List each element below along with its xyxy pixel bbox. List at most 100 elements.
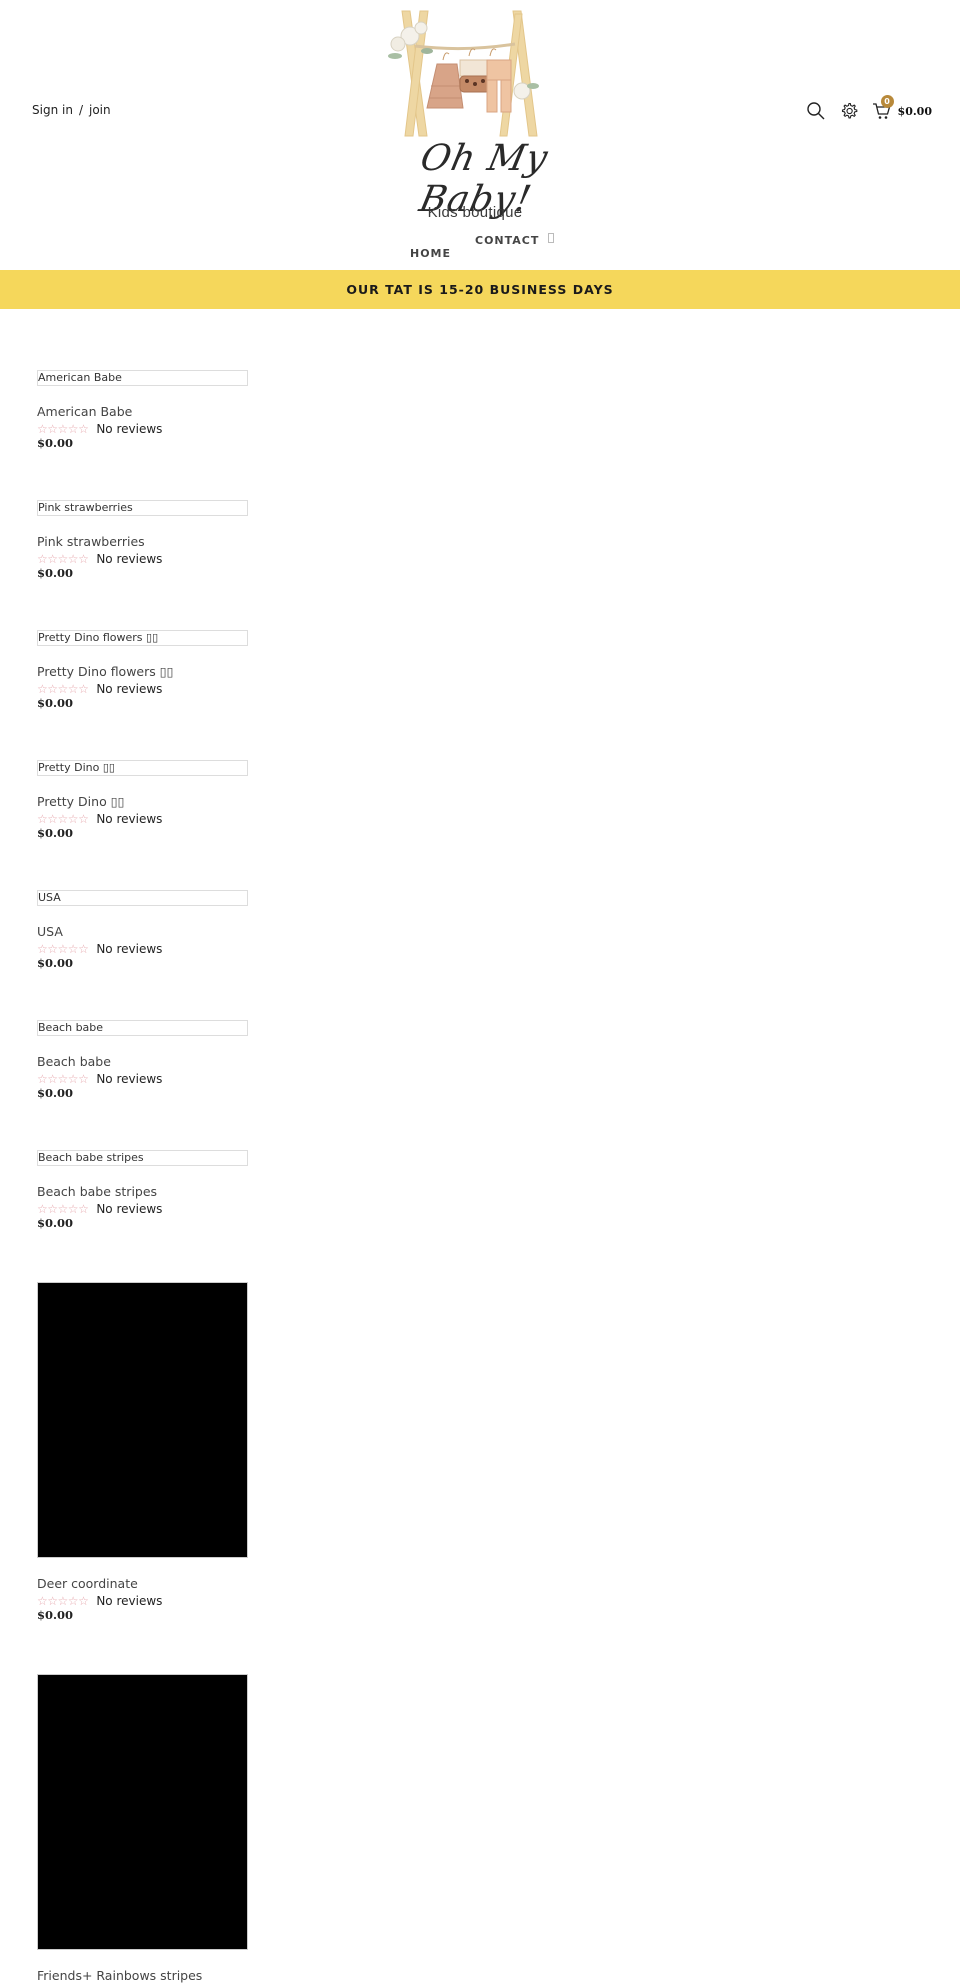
separator: / xyxy=(78,103,83,117)
product-card: Pink strawberries Pink strawberries ☆ ☆ ☆ ☆ ☆ N… xyxy=(37,500,249,580)
search-icon[interactable] xyxy=(806,101,826,121)
star-empty-icon: ☆ xyxy=(57,812,69,826)
product-price: $0.00 xyxy=(37,826,74,840)
product-name[interactable]: Beach babe stripes xyxy=(37,1184,249,1200)
star-empty-icon: ☆ xyxy=(67,1594,79,1608)
cart-button[interactable]: 0 $0.00 xyxy=(872,95,932,121)
cart-total: $0.00 xyxy=(897,104,932,118)
product-image[interactable]: USA xyxy=(37,890,248,906)
star-empty-icon: ☆ xyxy=(78,682,89,696)
announcement-text: OUR TAT IS 15-20 BUSINESS DAYS xyxy=(346,282,614,297)
star-empty-icon: ☆ xyxy=(47,1072,58,1086)
announcement-bar: OUR TAT IS 15-20 BUSINESS DAYS xyxy=(0,270,960,309)
gear-icon[interactable] xyxy=(839,101,859,121)
product-image[interactable]: Pretty Dino flowers ▯▯ xyxy=(37,630,248,646)
product-name[interactable]: USA xyxy=(37,924,249,940)
star-rating: ☆ ☆ ☆ ☆ ☆ xyxy=(37,1072,89,1086)
product-card: Beach babe stripes Beach babe stripes ☆ ☆ ☆ ☆… xyxy=(37,1150,249,1230)
product-price: $0.00 xyxy=(37,1086,74,1100)
product-image[interactable]: Pink strawberries xyxy=(37,500,248,516)
star-empty-icon: ☆ xyxy=(37,1202,48,1216)
star-empty-icon: ☆ xyxy=(37,1072,48,1086)
star-empty-icon: ☆ xyxy=(67,1202,79,1216)
nav-contact[interactable]: CONTACT xyxy=(475,234,539,247)
star-empty-icon: ☆ xyxy=(37,422,48,436)
product-price: $0.00 xyxy=(37,566,74,580)
star-empty-icon: ☆ xyxy=(67,552,79,566)
star-empty-icon: ☆ xyxy=(37,1594,48,1608)
star-empty-icon: ☆ xyxy=(57,422,69,436)
star-empty-icon: ☆ xyxy=(47,1202,58,1216)
header-tools: 0 $0.00 xyxy=(806,95,932,121)
star-rating: ☆ ☆ ☆ ☆ ☆ xyxy=(37,942,89,956)
product-image[interactable]: Beach babe xyxy=(37,1020,248,1036)
product-card: Beach babe Beach babe ☆ ☆ ☆ ☆ ☆ No reviews $0.00 xyxy=(37,1020,249,1100)
product-rating: ☆ ☆ ☆ ☆ ☆ No reviews xyxy=(37,941,249,957)
star-empty-icon: ☆ xyxy=(47,552,58,566)
missing-glyph-icon xyxy=(548,233,554,243)
product-rating: ☆ ☆ ☆ ☆ ☆ No reviews xyxy=(37,551,249,567)
product-rating: ☆ ☆ ☆ ☆ ☆ No reviews xyxy=(37,421,249,437)
product-card: Deer coordinate ☆ ☆ ☆ ☆ ☆ No reviews $0.00 xyxy=(37,1282,249,1622)
product-rating: ☆ ☆ ☆ ☆ ☆ No reviews xyxy=(37,1201,249,1217)
star-empty-icon: ☆ xyxy=(47,1594,58,1608)
clothes-rack-illustration xyxy=(388,10,539,137)
star-rating: ☆ ☆ ☆ ☆ ☆ xyxy=(37,812,89,826)
review-count: No reviews xyxy=(96,942,163,956)
product-name[interactable]: Pretty Dino flowers ▯▯ xyxy=(37,664,249,680)
star-empty-icon: ☆ xyxy=(67,1072,79,1086)
star-empty-icon: ☆ xyxy=(37,942,48,956)
site-logo[interactable]: Oh My Baby! Kids boutique xyxy=(365,6,595,221)
star-empty-icon: ☆ xyxy=(78,1594,89,1608)
star-empty-icon: ☆ xyxy=(78,942,89,956)
product-image[interactable]: American Babe xyxy=(37,370,248,386)
sign-in-link[interactable]: Sign in xyxy=(32,103,73,117)
review-count: No reviews xyxy=(96,1072,163,1086)
product-price: $0.00 xyxy=(37,696,74,710)
review-count: No reviews xyxy=(96,422,163,436)
product-name[interactable]: American Babe xyxy=(37,404,249,420)
site-header: Sign in / join Oh My Baby! Kids boutique… xyxy=(0,0,960,270)
product-rating: ☆ ☆ ☆ ☆ ☆ No reviews xyxy=(37,811,249,827)
nav-home[interactable]: HOME xyxy=(410,247,451,260)
product-image[interactable] xyxy=(37,1674,248,1950)
product-price: $0.00 xyxy=(37,1608,74,1622)
star-empty-icon: ☆ xyxy=(47,942,58,956)
star-rating: ☆ ☆ ☆ ☆ ☆ xyxy=(37,1594,89,1608)
product-card: USA USA ☆ ☆ ☆ ☆ ☆ No reviews $0.00 xyxy=(37,890,249,970)
star-empty-icon: ☆ xyxy=(67,812,79,826)
product-image[interactable]: Beach babe stripes xyxy=(37,1150,248,1166)
star-empty-icon: ☆ xyxy=(57,1202,69,1216)
star-rating: ☆ ☆ ☆ ☆ ☆ xyxy=(37,422,89,436)
star-empty-icon: ☆ xyxy=(78,422,89,436)
join-link[interactable]: join xyxy=(89,103,111,117)
product-image[interactable]: Pretty Dino ▯▯ xyxy=(37,760,248,776)
star-empty-icon: ☆ xyxy=(57,1594,69,1608)
star-empty-icon: ☆ xyxy=(78,1072,89,1086)
review-count: No reviews xyxy=(96,812,163,826)
star-empty-icon: ☆ xyxy=(57,682,69,696)
star-empty-icon: ☆ xyxy=(78,1202,89,1216)
product-image[interactable] xyxy=(37,1282,248,1558)
product-name[interactable]: Beach babe xyxy=(37,1054,249,1070)
review-count: No reviews xyxy=(96,682,163,696)
star-empty-icon: ☆ xyxy=(57,552,69,566)
product-rating: ☆ ☆ ☆ ☆ ☆ No reviews xyxy=(37,1593,249,1609)
product-card: Pretty Dino ▯▯ Pretty Dino ▯▯ ☆ ☆ ☆ ☆ ☆ No revi… xyxy=(37,760,249,840)
account-links: Sign in / join xyxy=(32,103,111,117)
product-name[interactable]: Pretty Dino ▯▯ xyxy=(37,794,249,810)
review-count: No reviews xyxy=(96,552,163,566)
product-card: American Babe American Babe ☆ ☆ ☆ ☆ ☆ No review… xyxy=(37,370,249,450)
product-name[interactable]: Deer coordinate xyxy=(37,1576,249,1592)
cart-count-badge: 0 xyxy=(880,95,894,108)
star-rating: ☆ ☆ ☆ ☆ ☆ xyxy=(37,552,89,566)
star-empty-icon: ☆ xyxy=(47,422,58,436)
product-name[interactable]: Friends+ Rainbows stripes xyxy=(37,1968,249,1984)
product-name[interactable]: Pink strawberries xyxy=(37,534,249,550)
star-rating: ☆ ☆ ☆ ☆ ☆ xyxy=(37,682,89,696)
